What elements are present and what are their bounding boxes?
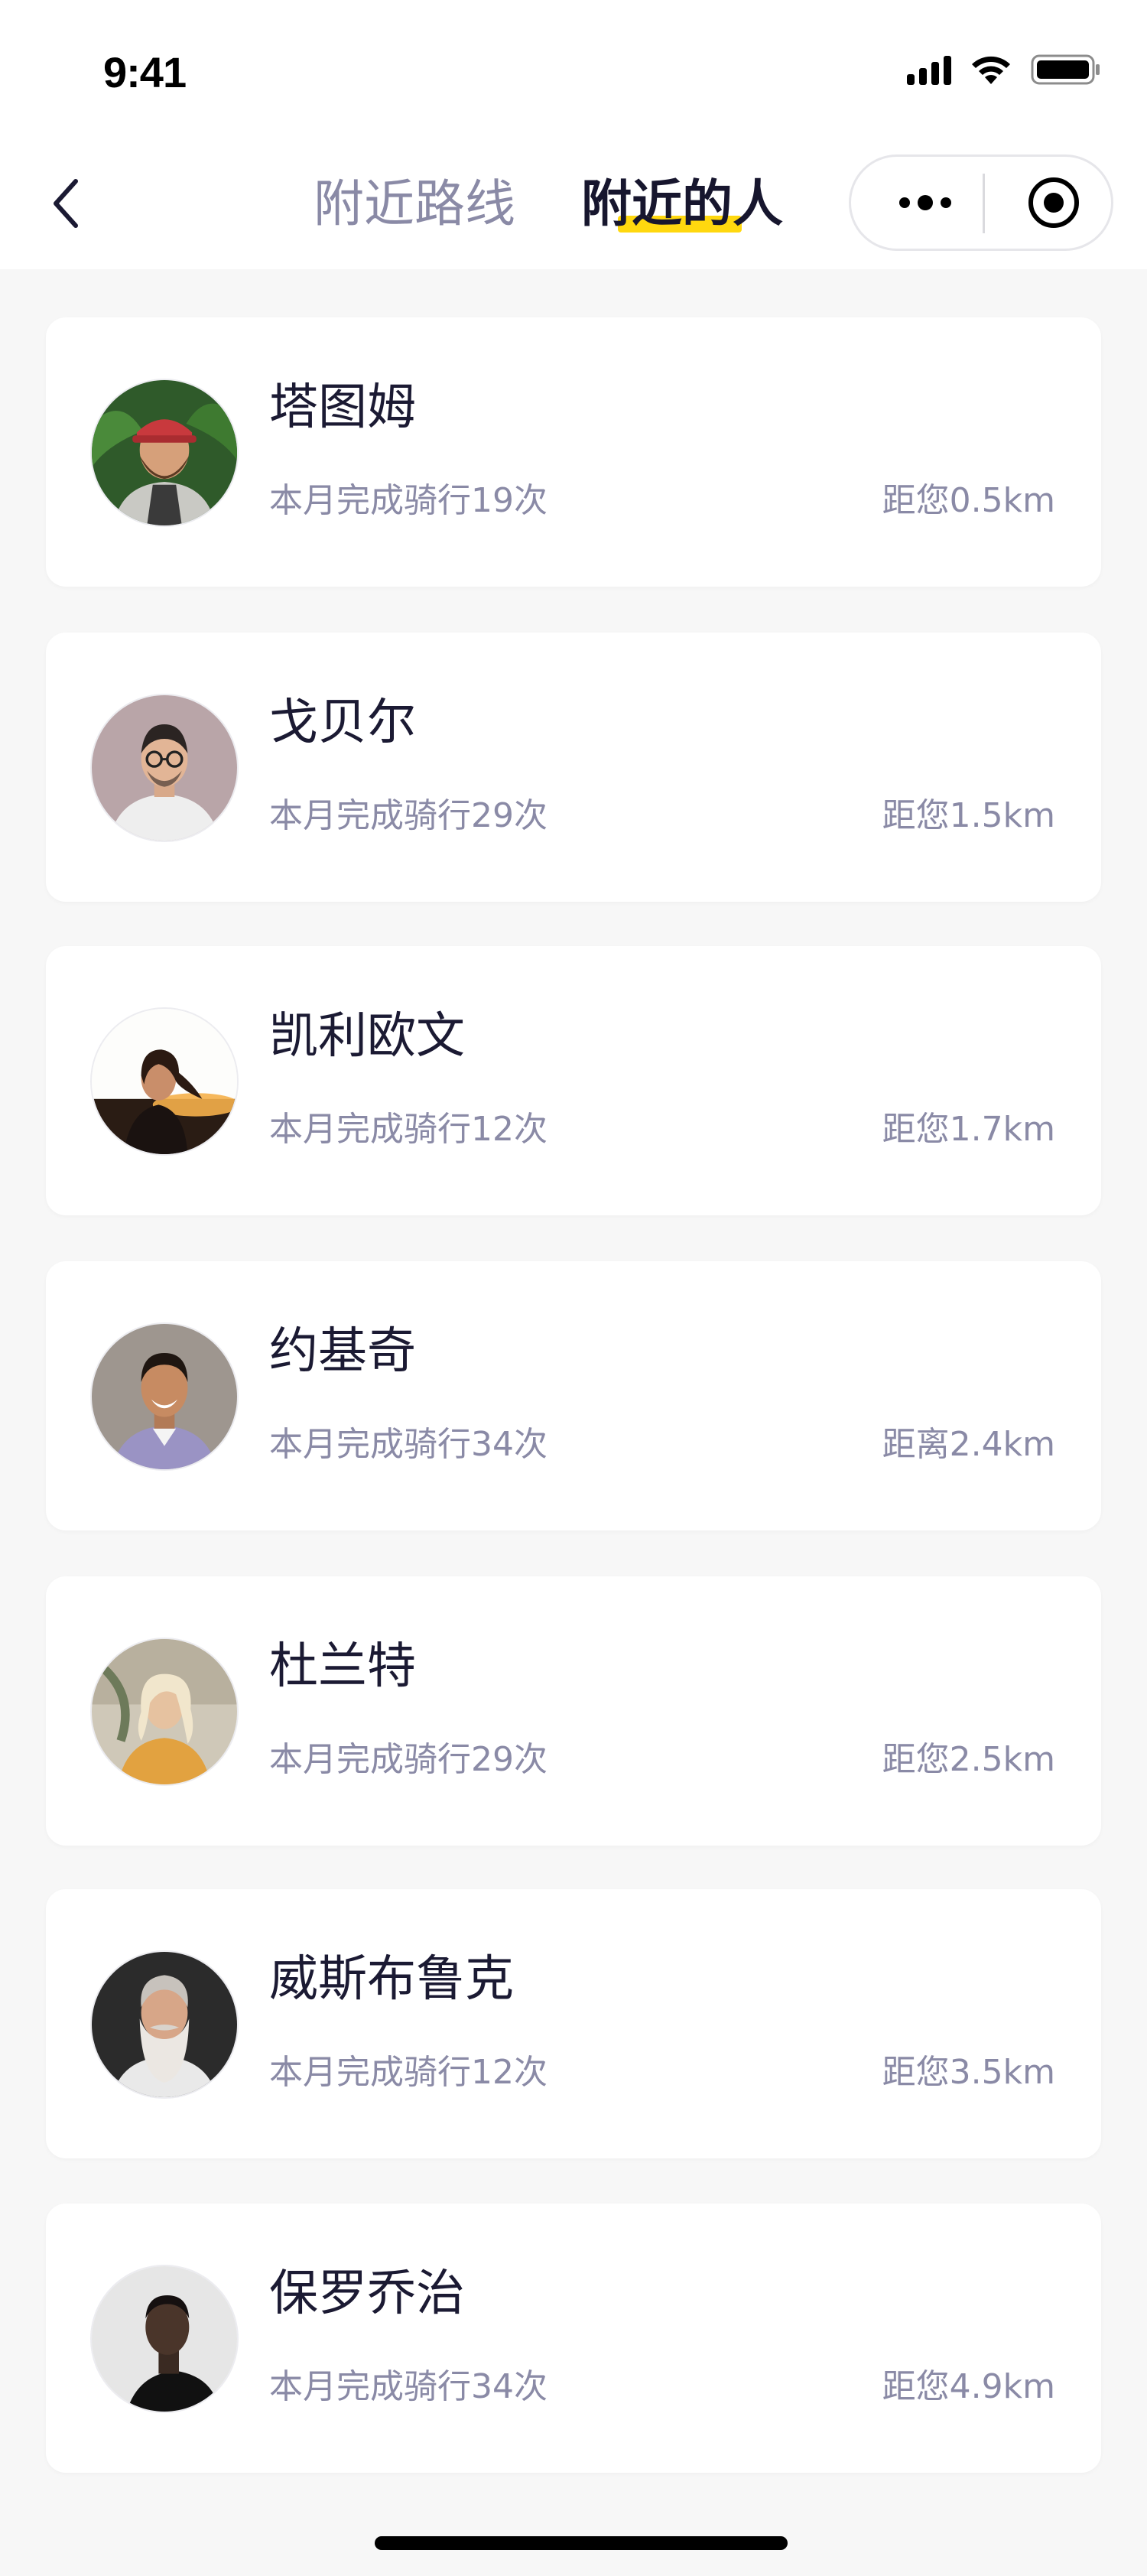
person-card[interactable]: 威斯布鲁克 本月完成骑行12次 距您3.5km [46, 1889, 1101, 2158]
close-mini-program-button[interactable] [1012, 172, 1096, 233]
user-name: 戈贝尔 [269, 694, 416, 751]
battery-icon [1031, 53, 1101, 86]
user-name: 保罗乔治 [269, 2265, 465, 2322]
signal-icon [907, 54, 951, 85]
ride-count: 本月完成骑行34次 [269, 1425, 548, 1464]
avatar [90, 694, 239, 842]
capsule-divider [983, 174, 985, 233]
avatar [90, 1638, 239, 1786]
ride-count: 本月完成骑行29次 [269, 1740, 548, 1779]
tab-label: 附近的人 [581, 174, 783, 233]
distance: 距您0.5km [882, 481, 1055, 520]
distance: 距您4.9km [882, 2367, 1055, 2406]
ride-count: 本月完成骑行19次 [269, 481, 548, 520]
ride-count: 本月完成骑行34次 [269, 2367, 548, 2406]
tab-nearby-routes[interactable]: 附近路线 [314, 170, 515, 239]
distance: 距您1.5km [882, 796, 1055, 835]
target-circle-icon [1028, 177, 1079, 228]
wifi-icon [970, 54, 1012, 86]
ride-count: 本月完成骑行29次 [269, 796, 548, 835]
user-name: 凯利欧文 [269, 1008, 465, 1065]
home-indicator [375, 2536, 788, 2550]
avatar [90, 1950, 239, 2099]
tab-label: 附近路线 [314, 174, 515, 233]
person-card[interactable]: 凯利欧文 本月完成骑行12次 距您1.7km [46, 946, 1101, 1215]
avatar [90, 2265, 239, 2413]
more-button[interactable] [876, 172, 975, 233]
user-name: 杜兰特 [269, 1638, 416, 1695]
avatar [90, 379, 239, 527]
nav-bar: 附近路线 附近的人 [0, 138, 1147, 269]
person-card[interactable]: 保罗乔治 本月完成骑行34次 距您4.9km [46, 2204, 1101, 2473]
person-card[interactable]: 杜兰特 本月完成骑行29次 距您2.5km [46, 1576, 1101, 1846]
user-name: 约基奇 [269, 1323, 416, 1380]
distance: 距离2.4km [882, 1425, 1055, 1464]
user-name: 威斯布鲁克 [269, 1951, 514, 2008]
status-icons [907, 50, 1101, 89]
back-button[interactable] [38, 171, 92, 236]
status-bar: 9:41 [0, 0, 1147, 138]
more-dots-icon [899, 197, 910, 208]
person-card[interactable]: 戈贝尔 本月完成骑行29次 距您1.5km [46, 633, 1101, 902]
avatar [90, 1322, 239, 1471]
person-card[interactable]: 约基奇 本月完成骑行34次 距离2.4km [46, 1261, 1101, 1530]
mini-program-capsule [849, 154, 1113, 251]
distance: 距您2.5km [882, 1740, 1055, 1779]
distance: 距您1.7km [882, 1110, 1055, 1149]
ride-count: 本月完成骑行12次 [269, 2053, 548, 2092]
ride-count: 本月完成骑行12次 [269, 1110, 548, 1149]
tab-nearby-people[interactable]: 附近的人 [581, 170, 783, 239]
user-name: 塔图姆 [269, 379, 416, 436]
status-time: 9:41 [103, 48, 187, 96]
chevron-left-icon [54, 179, 78, 228]
distance: 距您3.5km [882, 2053, 1055, 2092]
avatar [90, 1007, 239, 1156]
person-card[interactable]: 塔图姆 本月完成骑行19次 距您0.5km [46, 317, 1101, 587]
